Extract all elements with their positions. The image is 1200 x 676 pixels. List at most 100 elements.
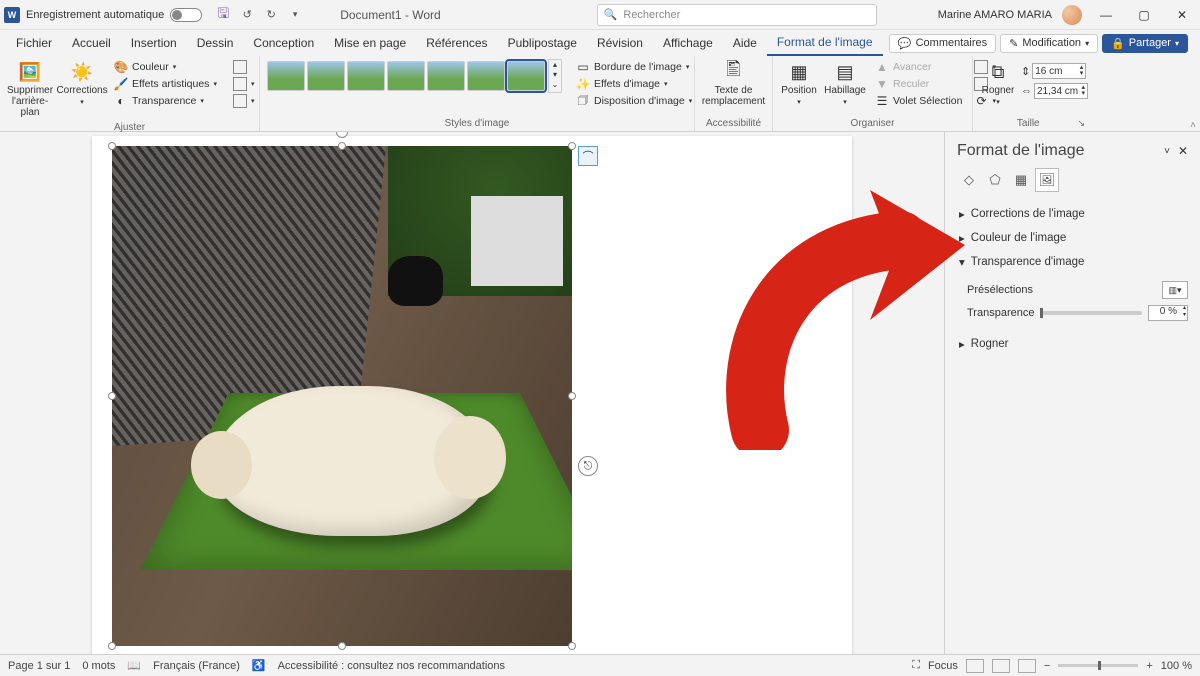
pane-tab-fill[interactable]: ◇ bbox=[957, 168, 981, 192]
transparency-value-input[interactable]: 0 % bbox=[1148, 305, 1188, 321]
picture-style-4[interactable] bbox=[387, 61, 425, 91]
pane-close-icon[interactable]: ✕ bbox=[1178, 144, 1188, 158]
change-picture-button[interactable]: ▾ bbox=[229, 76, 259, 92]
position-button[interactable]: ▦Position▾ bbox=[779, 59, 819, 108]
search-input[interactable]: 🔍 Rechercher bbox=[597, 4, 877, 26]
view-print-button[interactable] bbox=[992, 659, 1010, 673]
section-color[interactable]: ▸Couleur de l'image bbox=[957, 226, 1188, 250]
redo-icon[interactable]: ↻ bbox=[262, 6, 280, 24]
section-transparency[interactable]: ▾Transparence d'image bbox=[957, 250, 1188, 274]
tab-affichage[interactable]: Affichage bbox=[653, 31, 723, 55]
rotate-handle[interactable] bbox=[336, 132, 348, 138]
picture-style-7[interactable] bbox=[507, 61, 545, 91]
width-input[interactable]: 21,34 cm▴▾ bbox=[1034, 83, 1088, 99]
picture-effects-button[interactable]: ✨Effets d'image▾ bbox=[572, 76, 696, 92]
comments-button[interactable]: 💬Commentaires bbox=[889, 34, 996, 53]
tab-revision[interactable]: Révision bbox=[587, 31, 653, 55]
section-corrections[interactable]: ▸Corrections de l'image bbox=[957, 202, 1188, 226]
picture-style-3[interactable] bbox=[347, 61, 385, 91]
tab-conception[interactable]: Conception bbox=[243, 31, 324, 55]
picture-layout-button[interactable]: 🗇Disposition d'image▾ bbox=[572, 93, 696, 109]
document-canvas[interactable]: ⌒ ⎋ bbox=[0, 132, 944, 654]
bring-forward-button[interactable]: ▲Avancer bbox=[871, 59, 966, 75]
color-label: Couleur bbox=[132, 61, 169, 73]
ribbon-collapse-button[interactable]: ˄ bbox=[1186, 120, 1200, 131]
layout-options-button[interactable]: ⌒ bbox=[578, 146, 598, 166]
view-read-button[interactable] bbox=[966, 659, 984, 673]
selection-pane-button[interactable]: ☰Volet Sélection bbox=[871, 93, 966, 109]
account-avatar[interactable] bbox=[1062, 5, 1082, 25]
layout-anchor-button[interactable]: ⎋ bbox=[578, 456, 598, 476]
focus-icon[interactable]: ⛶ bbox=[912, 659, 920, 672]
pane-tab-effects[interactable]: ⬠ bbox=[983, 168, 1007, 192]
tab-publipostage[interactable]: Publipostage bbox=[498, 31, 587, 55]
tab-insertion[interactable]: Insertion bbox=[121, 31, 187, 55]
resize-handle-tr[interactable] bbox=[568, 142, 576, 150]
window-maximize[interactable]: ▢ bbox=[1130, 6, 1158, 24]
tab-accueil[interactable]: Accueil bbox=[62, 31, 121, 55]
status-accessibility[interactable]: Accessibilité : consultez nos recommanda… bbox=[278, 660, 505, 672]
picture-style-5[interactable] bbox=[427, 61, 465, 91]
transparency-slider[interactable] bbox=[1040, 311, 1142, 315]
qat-dropdown-icon[interactable]: ▾ bbox=[286, 6, 304, 24]
pane-tab-picture[interactable]: 🖼 bbox=[1035, 168, 1059, 192]
wrap-text-button[interactable]: ▤Habillage▾ bbox=[823, 59, 867, 108]
status-page[interactable]: Page 1 sur 1 bbox=[8, 660, 70, 672]
status-focus[interactable]: Focus bbox=[928, 660, 958, 672]
presets-button[interactable]: ▥▾ bbox=[1162, 281, 1188, 299]
crop-button[interactable]: ⧉Rogner▾ bbox=[979, 59, 1017, 108]
zoom-out-button[interactable]: − bbox=[1044, 660, 1050, 672]
compress-button[interactable] bbox=[229, 59, 259, 75]
editing-mode-button[interactable]: ✎Modification▾ bbox=[1000, 34, 1098, 53]
window-minimize[interactable]: — bbox=[1092, 6, 1120, 24]
pane-tab-layout[interactable]: ▦ bbox=[1009, 168, 1033, 192]
resize-handle-tl[interactable] bbox=[108, 142, 116, 150]
zoom-in-button[interactable]: + bbox=[1146, 660, 1152, 672]
autosave-toggle[interactable] bbox=[170, 8, 202, 22]
resize-handle-tm[interactable] bbox=[338, 142, 346, 150]
picture-border-button[interactable]: ▭Bordure de l'image▾ bbox=[572, 59, 696, 75]
corrections-section-label: Corrections de l'image bbox=[971, 208, 1085, 220]
corrections-button[interactable]: ☀️ Corrections ▾ bbox=[58, 59, 106, 108]
pane-collapse-icon[interactable]: ˅ bbox=[1164, 146, 1170, 157]
zoom-slider[interactable] bbox=[1058, 664, 1138, 667]
color-icon: 🎨 bbox=[114, 60, 128, 74]
picture-style-6[interactable] bbox=[467, 61, 505, 91]
resize-handle-bl[interactable] bbox=[108, 642, 116, 650]
tab-references[interactable]: Références bbox=[416, 31, 497, 55]
zoom-value[interactable]: 100 % bbox=[1161, 660, 1192, 672]
height-input[interactable]: 16 cm▴▾ bbox=[1032, 63, 1086, 79]
alt-text-button[interactable]: 🖺 Texte de remplacement bbox=[701, 59, 766, 109]
color-button[interactable]: 🎨Couleur▾ bbox=[110, 59, 221, 75]
picture-style-2[interactable] bbox=[307, 61, 345, 91]
styles-gallery-scroll[interactable]: ▴▾⌄ bbox=[548, 59, 562, 93]
resize-handle-br[interactable] bbox=[568, 642, 576, 650]
selected-image[interactable]: ⌒ ⎋ bbox=[112, 146, 572, 646]
size-launcher-icon[interactable]: ↘ bbox=[1077, 118, 1085, 129]
reset-picture-button[interactable]: ▾ bbox=[229, 93, 259, 109]
section-crop[interactable]: ▸Rogner bbox=[957, 332, 1188, 356]
window-close[interactable]: ✕ bbox=[1168, 6, 1196, 24]
artistic-effects-button[interactable]: 🖌️Effets artistiques▾ bbox=[110, 76, 221, 92]
tab-format-image[interactable]: Format de l'image bbox=[767, 30, 883, 56]
send-backward-button[interactable]: ▼Reculer bbox=[871, 76, 966, 92]
tab-mise-en-page[interactable]: Mise en page bbox=[324, 31, 416, 55]
save-icon[interactable]: 🖫 bbox=[214, 6, 232, 24]
status-language[interactable]: Français (France) bbox=[153, 660, 240, 672]
page: ⌒ ⎋ bbox=[92, 136, 852, 654]
remove-background-button[interactable]: 🖼️ Supprimer l'arrière-plan bbox=[6, 59, 54, 120]
resize-handle-ml[interactable] bbox=[108, 392, 116, 400]
resize-handle-bm[interactable] bbox=[338, 642, 346, 650]
resize-handle-mr[interactable] bbox=[568, 392, 576, 400]
tab-fichier[interactable]: Fichier bbox=[6, 31, 62, 55]
tab-aide[interactable]: Aide bbox=[723, 31, 767, 55]
view-web-button[interactable] bbox=[1018, 659, 1036, 673]
picture-style-1[interactable] bbox=[267, 61, 305, 91]
status-words[interactable]: 0 mots bbox=[82, 660, 115, 672]
transparency-button[interactable]: ◐Transparence▾ bbox=[110, 93, 221, 109]
spellcheck-icon[interactable]: 📖 bbox=[127, 659, 141, 672]
tab-dessin[interactable]: Dessin bbox=[187, 31, 244, 55]
corrections-icon: ☀️ bbox=[68, 61, 96, 83]
share-button[interactable]: 🔒Partager▾ bbox=[1102, 34, 1188, 53]
undo-icon[interactable]: ↺ bbox=[238, 6, 256, 24]
